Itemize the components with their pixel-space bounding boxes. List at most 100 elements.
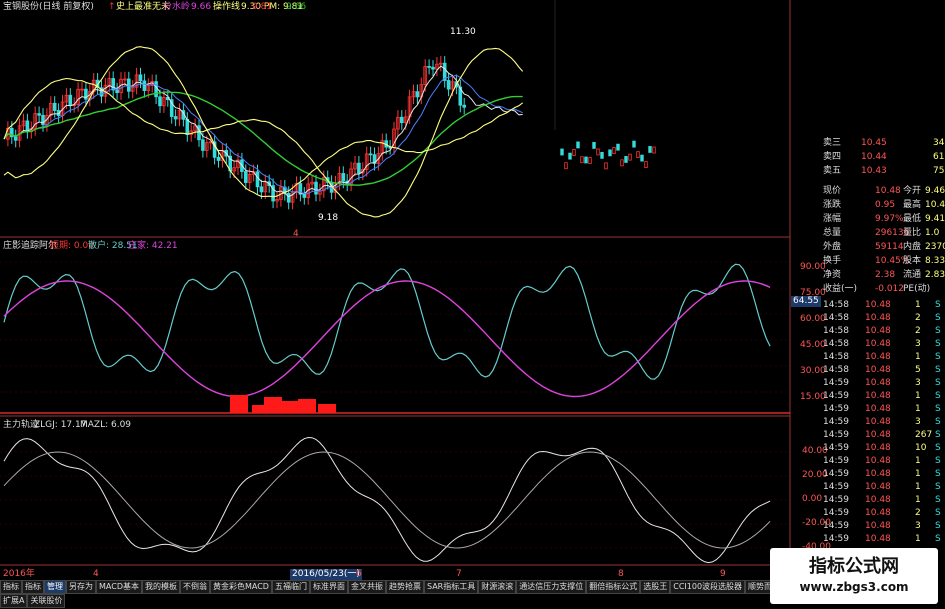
candle-body bbox=[41, 114, 45, 126]
header-value-3: 9.81 bbox=[252, 2, 273, 12]
candle-body bbox=[185, 118, 190, 135]
tick-dir: S bbox=[935, 352, 941, 362]
ask-row[interactable]: 卖四 10.44 61 bbox=[823, 150, 945, 164]
ask-row[interactable]: 卖三 10.45 34 bbox=[823, 136, 945, 150]
candle-body bbox=[640, 154, 644, 162]
date-axis-cursor[interactable]: 2016/05/23(一) bbox=[290, 569, 362, 580]
header-tag-1: 分水岭 bbox=[163, 2, 191, 12]
tick-dir: S bbox=[935, 326, 941, 336]
candle-body bbox=[624, 156, 628, 163]
tab-9[interactable]: 标准界面 bbox=[309, 580, 348, 594]
tab-14[interactable]: 通达信压力支撑位 bbox=[516, 580, 587, 594]
stat-v2: 1.0 bbox=[925, 228, 940, 238]
candle-body bbox=[127, 78, 131, 92]
stat-l2: 内盘 bbox=[903, 242, 922, 252]
tab-10[interactable]: 金叉共振 bbox=[347, 580, 386, 594]
candle-body bbox=[25, 120, 30, 132]
ask-row[interactable]: 卖五 10.43 75 bbox=[823, 164, 945, 178]
tab-17[interactable]: CCI100波段选股器 bbox=[670, 580, 746, 594]
ask-label: 卖五 bbox=[823, 166, 842, 176]
stat-l2: 股本 bbox=[903, 256, 922, 266]
tick-dir: S bbox=[935, 534, 941, 544]
tick-dir: S bbox=[935, 495, 941, 505]
tick-price: 10.48 bbox=[865, 482, 891, 492]
tab-6[interactable]: 不倒翁 bbox=[179, 580, 210, 594]
date-axis-mark: 7 bbox=[456, 569, 462, 579]
tab-7[interactable]: 黄金彩色MACD bbox=[209, 580, 272, 594]
tick-row: 14:58 10.48 1 S bbox=[823, 350, 945, 364]
tick-row: 14:59 10.48 267 S bbox=[823, 428, 945, 442]
candle-body bbox=[568, 152, 572, 160]
tab-11[interactable]: 趋势抢票 bbox=[385, 580, 424, 594]
candle-body bbox=[576, 141, 580, 149]
tick-row: 14:58 10.48 2 S bbox=[823, 311, 945, 325]
candle-body bbox=[142, 80, 147, 91]
stat-row: 涨幅 9.97% 最低 9.41 bbox=[823, 212, 945, 226]
tab-13[interactable]: 财源滚滚 bbox=[478, 580, 517, 594]
candle-body bbox=[52, 102, 57, 111]
tab2-0[interactable]: 扩展A bbox=[0, 594, 28, 608]
osc1-name: 庄影追踪阿尔 bbox=[3, 241, 58, 251]
tick-row: 14:59 10.48 3 S bbox=[823, 415, 945, 429]
tick-time: 14:59 bbox=[823, 508, 849, 518]
candle-body bbox=[302, 193, 307, 198]
ask-price: 10.43 bbox=[861, 166, 887, 176]
tick-vol: 1 bbox=[915, 534, 921, 544]
tab-1[interactable]: 指标 bbox=[22, 580, 44, 594]
tick-time: 14:59 bbox=[823, 430, 849, 440]
tab-0[interactable]: 指标 bbox=[0, 580, 22, 594]
candle-body bbox=[431, 66, 435, 70]
tick-time: 14:58 bbox=[823, 352, 849, 362]
stat-v1: 9.97% bbox=[875, 214, 904, 224]
osc1-volume-bar bbox=[280, 401, 298, 413]
tick-price: 10.48 bbox=[865, 365, 891, 375]
tick-dir: S bbox=[935, 443, 941, 453]
stat-row: 收益(一) -0.012 PE(动) bbox=[823, 282, 945, 296]
stat-v1: -0.012 bbox=[875, 284, 905, 294]
tick-row: 14:58 10.48 5 S bbox=[823, 363, 945, 377]
tick-row: 14:59 10.48 1 S bbox=[823, 493, 945, 507]
tab2-1[interactable]: 关联股价 bbox=[27, 594, 66, 608]
tab-5[interactable]: 我的模板 bbox=[141, 580, 180, 594]
tick-dir: S bbox=[935, 430, 941, 440]
candle-body bbox=[584, 156, 588, 164]
tick-vol: 1 bbox=[915, 482, 921, 492]
tick-row: 14:59 10.48 1 S bbox=[823, 480, 945, 494]
tick-dir: S bbox=[935, 339, 941, 349]
tick-vol: 2 bbox=[915, 508, 921, 518]
stat-l2: 量比 bbox=[903, 228, 922, 238]
tick-dir: S bbox=[935, 417, 941, 427]
candle-body bbox=[158, 96, 162, 107]
tab-3[interactable]: 另存为 bbox=[66, 580, 96, 594]
tab-8[interactable]: 五福临门 bbox=[271, 580, 310, 594]
ask-label: 卖三 bbox=[823, 138, 842, 148]
tick-row: 14:58 10.48 3 S bbox=[823, 337, 945, 351]
tab-15[interactable]: 翻倍指标公式 bbox=[586, 580, 641, 594]
tick-time: 14:59 bbox=[823, 469, 849, 479]
osc1-axis-tick: 15.00 bbox=[800, 392, 826, 402]
osc1-axis-tick: 75.00 bbox=[800, 288, 826, 298]
tick-dir: S bbox=[935, 521, 941, 531]
tab-12[interactable]: SAR指标工具 bbox=[423, 580, 479, 594]
stat-row: 涨跌 0.95 最高10.48 bbox=[823, 198, 945, 212]
tick-price: 10.48 bbox=[865, 300, 891, 310]
tab-2[interactable]: 管理 bbox=[44, 580, 66, 594]
candle-body bbox=[560, 148, 564, 156]
osc1-axis-tick: 30.00 bbox=[800, 366, 826, 376]
tick-vol: 3 bbox=[915, 417, 921, 427]
stat-row: 总量 296136 量比 1.0 bbox=[823, 226, 945, 240]
ask-price: 10.44 bbox=[861, 152, 887, 162]
tab-4[interactable]: MACD基本 bbox=[96, 580, 142, 594]
tab-16[interactable]: 选股王 bbox=[640, 580, 671, 594]
date-axis-signal: 4 bbox=[293, 229, 299, 239]
tick-vol: 1 bbox=[915, 300, 921, 310]
candle-body bbox=[314, 181, 318, 195]
tick-dir: S bbox=[935, 391, 941, 401]
date-axis-mark: 4 bbox=[93, 569, 99, 579]
tick-time: 14:59 bbox=[823, 404, 849, 414]
tick-price: 10.48 bbox=[865, 521, 891, 531]
tick-price: 10.48 bbox=[865, 534, 891, 544]
tick-vol: 1 bbox=[915, 456, 921, 466]
tick-row: 14:59 10.48 1 S bbox=[823, 454, 945, 468]
tick-price: 10.48 bbox=[865, 456, 891, 466]
